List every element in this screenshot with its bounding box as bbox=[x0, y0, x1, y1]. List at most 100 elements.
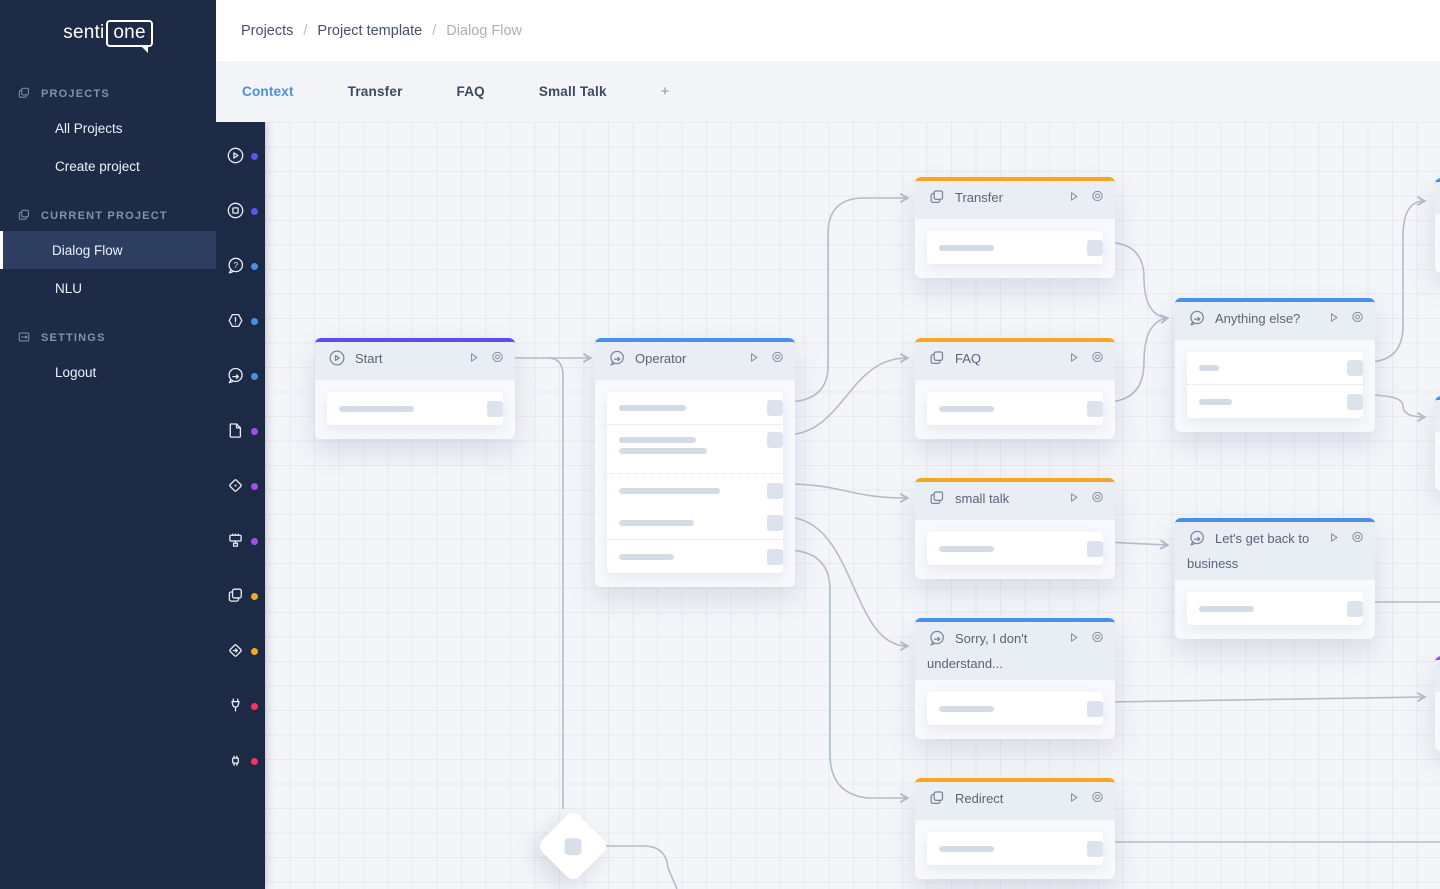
sidebar-item-dialog-flow[interactable]: Dialog Flow bbox=[0, 231, 216, 269]
settings-octagon-icon[interactable] bbox=[1349, 529, 1366, 546]
tab-context[interactable]: Context bbox=[242, 84, 294, 99]
tool-plug-icon[interactable] bbox=[216, 679, 265, 734]
settings-octagon-icon[interactable] bbox=[1089, 789, 1106, 806]
flow-node-transfer[interactable]: Transfer bbox=[915, 177, 1115, 278]
output-handle[interactable] bbox=[1087, 541, 1103, 557]
tab-faq[interactable]: FAQ bbox=[457, 84, 485, 99]
output-handle[interactable] bbox=[1087, 401, 1103, 417]
node-header bbox=[1435, 182, 1440, 214]
settings-octagon-icon[interactable] bbox=[1089, 489, 1106, 506]
flow-canvas[interactable]: ? Start Operator Transfer FAQ small talk Sorr… bbox=[216, 122, 1440, 889]
tab-small-talk[interactable]: Small Talk bbox=[539, 84, 607, 99]
output-handle[interactable] bbox=[767, 549, 783, 565]
node-title: Start bbox=[355, 351, 382, 366]
play-triangle-icon[interactable] bbox=[1065, 349, 1082, 366]
output-handle[interactable] bbox=[1347, 360, 1363, 376]
node-body bbox=[915, 820, 1115, 879]
tool-chat-arrow-icon[interactable] bbox=[216, 349, 265, 404]
output-handle[interactable] bbox=[767, 515, 783, 531]
settings-octagon-icon[interactable] bbox=[1089, 629, 1106, 646]
output-handle[interactable] bbox=[1347, 601, 1363, 617]
tool-stack-icon[interactable] bbox=[216, 569, 265, 624]
node-row bbox=[607, 507, 783, 540]
flow-node-start[interactable]: Start bbox=[315, 338, 515, 439]
breadcrumb-item-projects[interactable]: Projects bbox=[241, 23, 293, 39]
play-triangle-icon[interactable] bbox=[1065, 489, 1082, 506]
play-triangle-icon[interactable] bbox=[745, 349, 762, 366]
node-header bbox=[1435, 400, 1440, 432]
node-card bbox=[927, 532, 1103, 565]
tool-stop-circle-icon[interactable] bbox=[216, 184, 265, 239]
breadcrumb: Projects/Project template/Dialog Flow bbox=[241, 23, 522, 39]
flow-node-partial-b[interactable] bbox=[1435, 396, 1440, 491]
output-handle[interactable] bbox=[1087, 841, 1103, 857]
flow-node-partial-c[interactable] bbox=[1435, 656, 1440, 751]
breadcrumb-item-project-template[interactable]: Project template bbox=[317, 23, 422, 39]
condition-diamond-handle[interactable] bbox=[565, 838, 582, 855]
flow-node-smalltalk[interactable]: small talk bbox=[915, 478, 1115, 579]
wire-sorry-right bbox=[1105, 697, 1424, 702]
placeholder-text-bars bbox=[619, 520, 694, 526]
flow-node-redirect[interactable]: Redirect bbox=[915, 778, 1115, 879]
settings-octagon-icon[interactable] bbox=[1349, 309, 1366, 326]
breadcrumb-item-dialog-flow: Dialog Flow bbox=[446, 23, 522, 39]
output-handle[interactable] bbox=[1087, 701, 1103, 717]
tool-play-circle-icon[interactable] bbox=[216, 129, 265, 184]
tool-diamond-dot-icon[interactable] bbox=[216, 459, 265, 514]
placeholder-text-bars bbox=[1199, 365, 1219, 371]
flow-node-faq[interactable]: FAQ bbox=[915, 338, 1115, 439]
output-handle[interactable] bbox=[1347, 394, 1363, 410]
plug-icon bbox=[216, 695, 246, 719]
settings-octagon-icon[interactable] bbox=[1089, 188, 1106, 205]
node-title: Redirect bbox=[955, 791, 1003, 806]
placeholder-text-bars bbox=[939, 245, 994, 251]
play-triangle-icon[interactable] bbox=[1065, 188, 1082, 205]
flow-node-partial-a[interactable] bbox=[1435, 178, 1440, 273]
play-triangle-icon[interactable] bbox=[1325, 529, 1342, 546]
tool-connector-icon[interactable] bbox=[216, 734, 265, 789]
add-tab-button[interactable]: + bbox=[661, 83, 670, 100]
node-row bbox=[607, 425, 783, 474]
tool-question-bubble-icon[interactable]: ? bbox=[216, 239, 265, 294]
output-handle[interactable] bbox=[767, 400, 783, 416]
sidebar-item-all-projects[interactable]: All Projects bbox=[0, 109, 216, 147]
sidebar-item-logout[interactable]: Logout bbox=[0, 353, 216, 391]
node-card bbox=[927, 692, 1103, 725]
play-triangle-icon[interactable] bbox=[1065, 629, 1082, 646]
tool-paint-roller-icon[interactable] bbox=[216, 514, 265, 569]
tool-diamond-arrow-icon[interactable] bbox=[216, 624, 265, 679]
tool-badge-dot bbox=[251, 593, 258, 600]
output-handle[interactable] bbox=[1087, 240, 1103, 256]
tab-bar: Context Transfer FAQ Small Talk + bbox=[216, 61, 1440, 122]
tool-document-icon[interactable] bbox=[216, 404, 265, 459]
play-triangle-icon[interactable] bbox=[465, 349, 482, 366]
output-handle[interactable] bbox=[487, 401, 503, 417]
play-triangle-icon[interactable] bbox=[1065, 789, 1082, 806]
node-body bbox=[1175, 340, 1375, 432]
settings-octagon-icon[interactable] bbox=[489, 349, 506, 366]
flow-node-operator[interactable]: Operator bbox=[595, 338, 795, 587]
sidebar-section-current-project: CURRENT PROJECT bbox=[0, 201, 216, 231]
play-triangle-icon[interactable] bbox=[1325, 309, 1342, 326]
output-handle[interactable] bbox=[767, 432, 783, 448]
output-handle[interactable] bbox=[767, 483, 783, 499]
node-body bbox=[1175, 580, 1375, 639]
flow-node-letsback[interactable]: Let's get back to business bbox=[1175, 518, 1375, 639]
node-header: Sorry, I don't understand... bbox=[915, 622, 1115, 680]
node-body bbox=[915, 520, 1115, 579]
tool-badge-dot bbox=[251, 318, 258, 325]
wire-operator-smalltalk bbox=[785, 484, 907, 498]
flow-node-sorry[interactable]: Sorry, I don't understand... bbox=[915, 618, 1115, 739]
placeholder-text-bars bbox=[939, 706, 994, 712]
settings-octagon-icon[interactable] bbox=[1089, 349, 1106, 366]
logo-text: senti bbox=[63, 22, 104, 43]
node-body bbox=[915, 680, 1115, 739]
flow-node-anything[interactable]: Anything else? bbox=[1175, 298, 1375, 432]
placeholder-text-bars bbox=[1199, 606, 1254, 612]
sidebar-item-nlu[interactable]: NLU bbox=[0, 269, 216, 307]
tool-badge-dot bbox=[251, 703, 258, 710]
sidebar-item-create-project[interactable]: Create project bbox=[0, 147, 216, 185]
tab-transfer[interactable]: Transfer bbox=[348, 84, 403, 99]
tool-warning-hexagon-icon[interactable] bbox=[216, 294, 265, 349]
settings-octagon-icon[interactable] bbox=[769, 349, 786, 366]
